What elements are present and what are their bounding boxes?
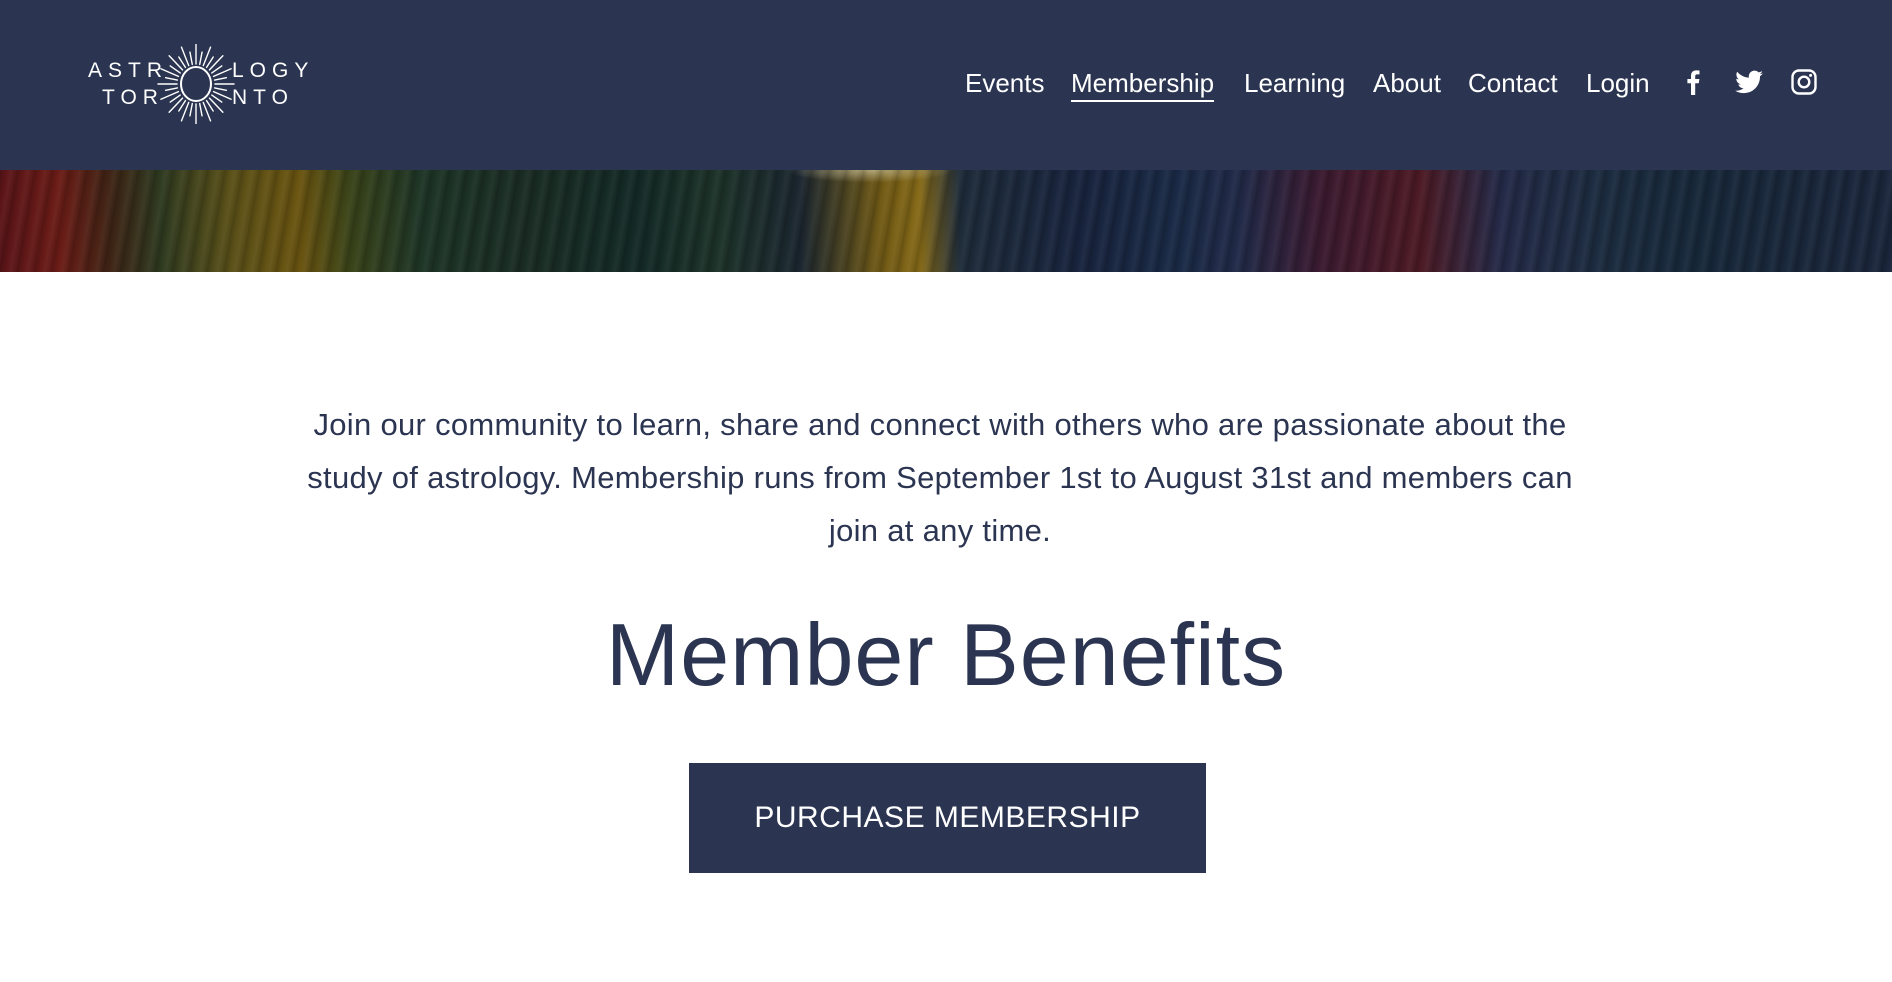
nav-item-about[interactable]: About — [1373, 66, 1441, 100]
purchase-membership-button[interactable]: PURCHASE MEMBERSHIP — [689, 763, 1206, 873]
logo-text-tor: TOR — [102, 86, 164, 109]
site-header: ASTR LOGY TOR NTO Events Membership Lear… — [0, 0, 1892, 170]
nav-item-login[interactable]: Login — [1586, 66, 1650, 100]
logo-text-logy: LOGY — [232, 59, 315, 82]
nav-item-learning[interactable]: Learning — [1244, 66, 1345, 100]
nav-item-contact[interactable]: Contact — [1468, 66, 1558, 100]
nav-item-membership[interactable]: Membership — [1071, 66, 1215, 102]
page-title: Member Benefits — [605, 605, 1287, 704]
sun-logo-icon — [157, 44, 235, 124]
twitter-icon[interactable] — [1734, 68, 1764, 96]
logo-text-nto: NTO — [232, 86, 294, 109]
instagram-icon[interactable] — [1790, 68, 1818, 96]
membership-intro-text: Join our community to learn, share and c… — [307, 407, 1573, 548]
nav-item-events[interactable]: Events — [965, 66, 1045, 100]
site-logo[interactable]: ASTR LOGY TOR NTO — [86, 44, 312, 124]
facebook-icon[interactable] — [1679, 68, 1707, 96]
hero-image — [0, 170, 1892, 272]
